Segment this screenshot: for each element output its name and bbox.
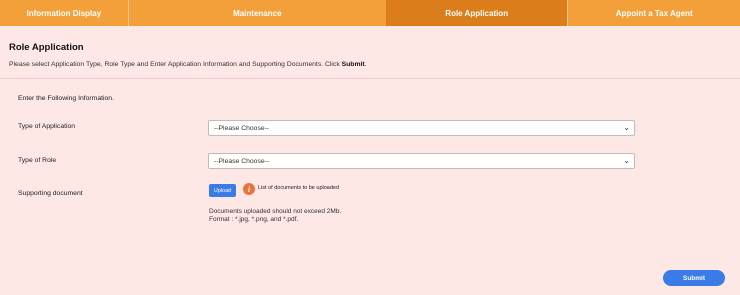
tab-role-application[interactable]: Role Application <box>385 0 568 26</box>
type-of-role-label: Type of Role <box>18 157 57 164</box>
upload-format-note: Format : *.jpg, *.png, and *.pdf. <box>209 216 299 223</box>
divider <box>0 78 740 79</box>
submit-button[interactable]: Submit <box>663 270 725 286</box>
instructions-text: Please select Application Type, Role Typ… <box>9 61 367 68</box>
type-of-application-value: --Please Choose-- <box>214 124 270 132</box>
type-of-role-value: --Please Choose-- <box>214 157 270 165</box>
tab-bar: Information Display Maintenance Role App… <box>0 0 740 26</box>
tab-appoint-tax-agent[interactable]: Appoint a Tax Agent <box>568 0 740 26</box>
document-list-link[interactable]: List of documents to be uploaded <box>258 185 339 191</box>
chevron-down-icon: ⌄ <box>623 123 630 132</box>
info-icon[interactable]: i <box>243 183 255 195</box>
type-of-application-label: Type of Application <box>18 123 76 130</box>
chevron-down-icon: ⌄ <box>623 156 630 165</box>
form-header: Enter the Following Information. <box>18 95 114 102</box>
tab-information-display[interactable]: Information Display <box>0 0 128 26</box>
type-of-role-select[interactable]: --Please Choose-- ⌄ <box>208 153 635 169</box>
upload-button[interactable]: Upload <box>209 184 236 197</box>
page-title: Role Application <box>9 42 84 53</box>
supporting-document-label: Supporting document <box>18 190 83 197</box>
upload-size-note: Documents uploaded should not exceed 2Mb… <box>209 208 342 215</box>
instructions-submit-emphasis: Submit <box>341 61 365 68</box>
tab-maintenance[interactable]: Maintenance <box>128 0 386 26</box>
instructions-end: . <box>364 61 367 68</box>
type-of-application-select[interactable]: --Please Choose-- ⌄ <box>208 120 635 136</box>
instructions-main: Please select Application Type, Role Typ… <box>9 61 342 68</box>
